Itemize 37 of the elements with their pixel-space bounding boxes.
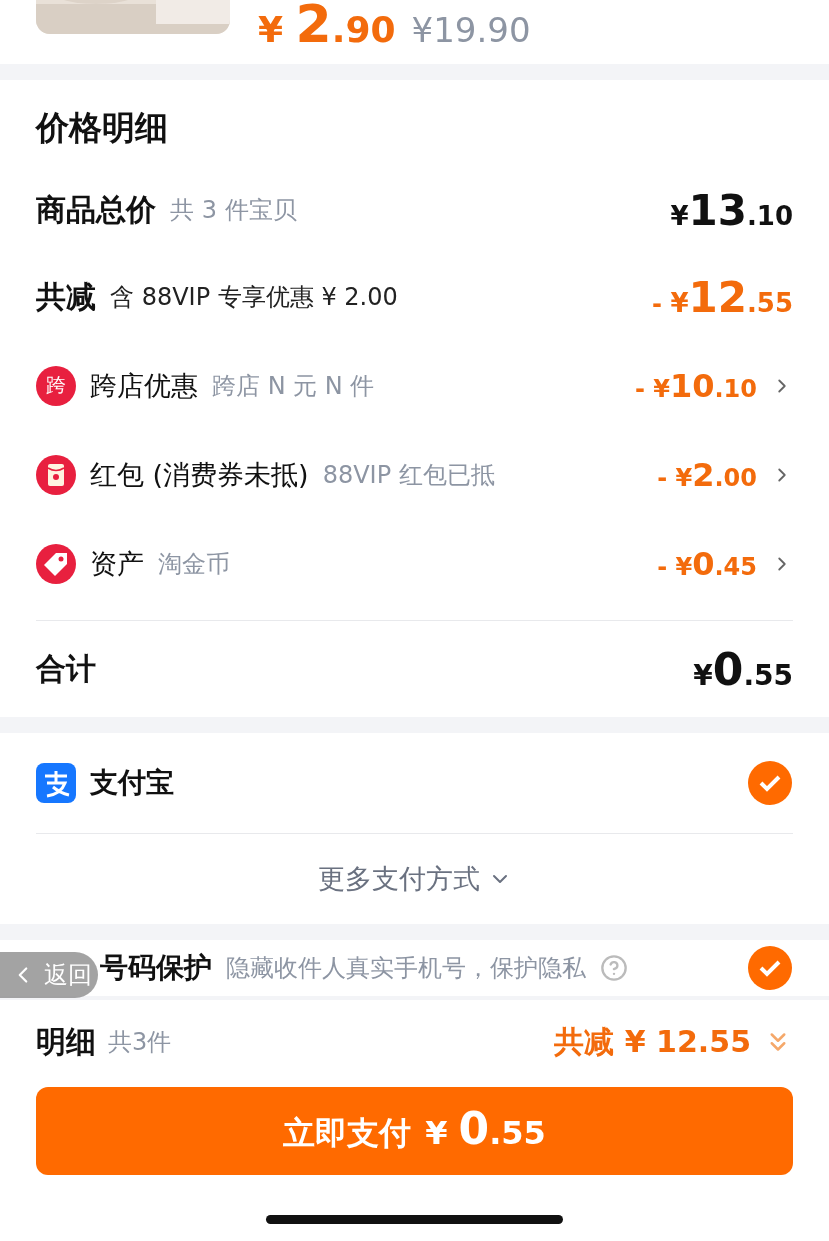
section-title: 价格明细 [36, 107, 169, 149]
help-icon[interactable] [600, 954, 628, 982]
price-amount: - ¥10.10 [634, 366, 757, 405]
cross-store-badge: 跨 [36, 365, 76, 406]
privacy-label: 号码保护 [100, 950, 212, 986]
total-label: 合计 [36, 649, 96, 688]
discount-detail: 88VIP 红包已抵 [322, 459, 495, 491]
details-label[interactable]: 明细 [36, 1021, 96, 1063]
discount-note: 含 88VIP 专享优惠 ¥ 2.00 [110, 282, 398, 313]
privacy-note: 隐藏收件人真实手机号，保护隐私 [226, 953, 586, 984]
original-price: ¥19.90 [411, 13, 531, 47]
payment-name: 支付宝 [90, 765, 174, 801]
price-amount: - ¥0.45 [657, 544, 757, 583]
item-count: 共 3 件宝贝 [170, 195, 297, 226]
discount-name: 红包 (消费券未抵) [90, 457, 309, 492]
payment-option[interactable]: 支付宝 [36, 733, 793, 833]
tag-icon [36, 543, 76, 584]
more-payment-link[interactable]: 更多支付方式 [36, 834, 793, 924]
price-amount: ¥0.55 [693, 643, 793, 695]
discount-detail: 跨店 N 元 N 件 [212, 370, 375, 402]
discount-row[interactable]: 资产 淘金币 - ¥0.45 [36, 519, 793, 608]
discount-label: 共减 [36, 277, 96, 316]
price-amount: ¥13.10 [670, 185, 793, 235]
subtotal-label: 商品总价 [36, 190, 156, 229]
alipay-logo-icon [36, 763, 76, 803]
discount-name: 跨店优惠 [90, 368, 198, 403]
discount-name: 资产 [90, 546, 144, 581]
check-circle-icon[interactable] [747, 760, 793, 806]
item-count: 共3件 [108, 1027, 172, 1058]
envelope-icon [36, 454, 76, 495]
check-circle-icon[interactable] [747, 945, 793, 991]
discount-row[interactable]: 红包 (消费券未抵) 88VIP 红包已抵 - ¥2.00 [36, 430, 793, 519]
price-amount: - ¥2.00 [657, 455, 757, 494]
sale-price: ¥ 2.90 [258, 0, 396, 50]
discount-detail: 淘金币 [158, 548, 230, 580]
discount-row[interactable]: 跨 跨店优惠 跨店 N 元 N 件 - ¥10.10 [36, 341, 793, 430]
price-amount: - ¥12.55 [652, 272, 793, 322]
